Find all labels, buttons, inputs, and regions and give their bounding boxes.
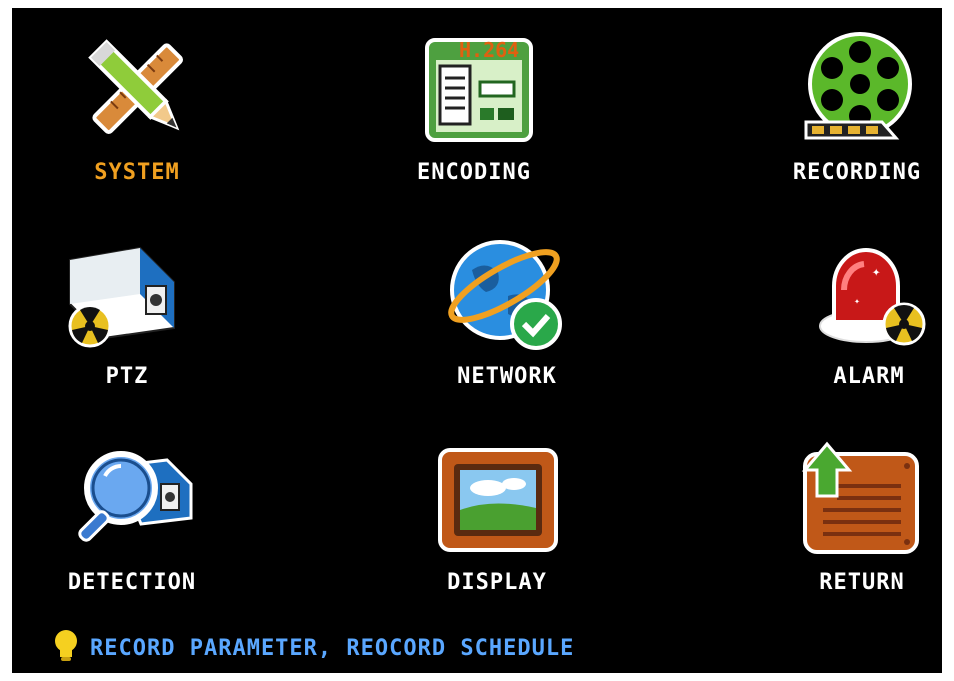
menu-item-recording[interactable]: RECORDING (792, 26, 922, 185)
svg-text:✦: ✦ (854, 296, 860, 307)
menu-label-return: RETURN (819, 570, 905, 595)
menu-label-detection: DETECTION (67, 570, 197, 595)
menu-item-detection[interactable]: DETECTION (67, 436, 197, 595)
status-text: RECORD PARAMETER, REOCORD SCHEDULE (90, 635, 575, 661)
lightbulb-icon (52, 629, 80, 667)
menu-item-alarm[interactable]: ✦ ✦ ALARM (804, 230, 934, 389)
globe-check-icon (442, 230, 572, 360)
menu-item-display[interactable]: DISPLAY (432, 436, 562, 595)
menu-item-encoding[interactable]: H.264 ENCODING (409, 26, 539, 185)
menu-label-system: SYSTEM (94, 160, 180, 185)
menu-item-system[interactable]: SYSTEM (72, 26, 202, 185)
magnifier-camera-icon (67, 436, 197, 566)
h264-text: H.264 (459, 38, 519, 62)
menu-label-display: DISPLAY (447, 570, 547, 595)
ptz-camera-icon (62, 230, 192, 360)
film-reel-icon (792, 26, 922, 156)
menu-item-ptz[interactable]: PTZ (62, 230, 192, 389)
encoding-icon: H.264 (409, 26, 539, 156)
siren-icon: ✦ ✦ (804, 230, 934, 360)
pencil-ruler-icon (72, 26, 202, 156)
return-icon (797, 436, 927, 566)
status-bar: RECORD PARAMETER, REOCORD SCHEDULE (52, 629, 574, 667)
svg-text:✦: ✦ (872, 264, 881, 280)
monitor-icon (432, 436, 562, 566)
main-menu-screen: SYSTEM H.264 ENCODING RECORDING PTZ NETW… (12, 8, 942, 673)
menu-label-recording: RECORDING (792, 160, 922, 185)
menu-label-encoding: ENCODING (417, 160, 531, 185)
menu-item-return[interactable]: RETURN (797, 436, 927, 595)
menu-item-network[interactable]: NETWORK (442, 230, 572, 389)
menu-label-alarm: ALARM (833, 364, 905, 389)
menu-label-network: NETWORK (457, 364, 557, 389)
menu-label-ptz: PTZ (105, 364, 149, 389)
